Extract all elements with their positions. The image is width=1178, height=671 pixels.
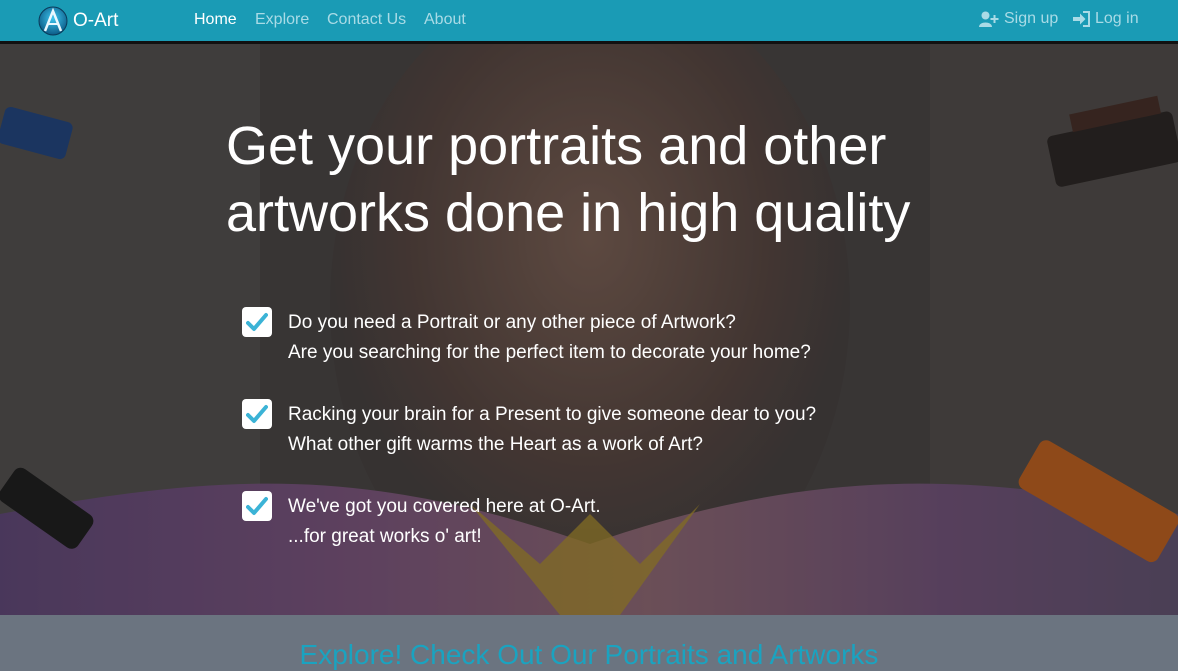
nav-about[interactable]: About — [424, 11, 466, 29]
nav-contact-us[interactable]: Contact Us — [327, 11, 406, 29]
brand-name: O-Art — [73, 10, 119, 31]
feature-line-1: We've got you covered here at O-Art. — [288, 496, 601, 517]
feature-line-2: What other gift warms the Heart as a wor… — [288, 434, 703, 455]
check-icon — [246, 313, 268, 331]
feature-line-2: ...for great works o' art! — [288, 526, 482, 547]
explore-heading[interactable]: Explore! Check Out Our Portraits and Art… — [0, 639, 1178, 671]
signup-label: Sign up — [1004, 10, 1059, 27]
top-navbar: O-Art Home Explore Contact Us About Sign… — [0, 0, 1178, 44]
hero-title: Get your portraits and other artworks do… — [226, 116, 911, 243]
brand[interactable]: O-Art — [38, 6, 118, 36]
check-icon — [246, 405, 268, 423]
feature-text: Racking your brain for a Present to give… — [288, 400, 816, 460]
checkbox — [242, 307, 272, 337]
nav-explore[interactable]: Explore — [255, 11, 309, 29]
user-plus-icon — [979, 11, 999, 27]
checkbox — [242, 491, 272, 521]
feature-line-2: Are you searching for the perfect item t… — [288, 342, 811, 363]
signup-link[interactable]: Sign up — [979, 10, 1058, 28]
feature-line-1: Do you need a Portrait or any other piec… — [288, 312, 736, 333]
checkbox — [242, 399, 272, 429]
check-icon — [246, 497, 268, 515]
sign-in-icon — [1073, 11, 1090, 27]
feature-text: We've got you covered here at O-Art. ...… — [288, 492, 601, 552]
login-link[interactable]: Log in — [1073, 10, 1139, 28]
hero-section: Get your portraits and other artworks do… — [0, 44, 1178, 615]
feature-text: Do you need a Portrait or any other piec… — [288, 308, 811, 368]
o-art-logo-icon — [38, 6, 68, 36]
login-label: Log in — [1095, 10, 1139, 27]
explore-section: Explore! Check Out Our Portraits and Art… — [0, 615, 1178, 670]
nav-home[interactable]: Home — [194, 11, 237, 29]
feature-line-1: Racking your brain for a Present to give… — [288, 404, 817, 425]
